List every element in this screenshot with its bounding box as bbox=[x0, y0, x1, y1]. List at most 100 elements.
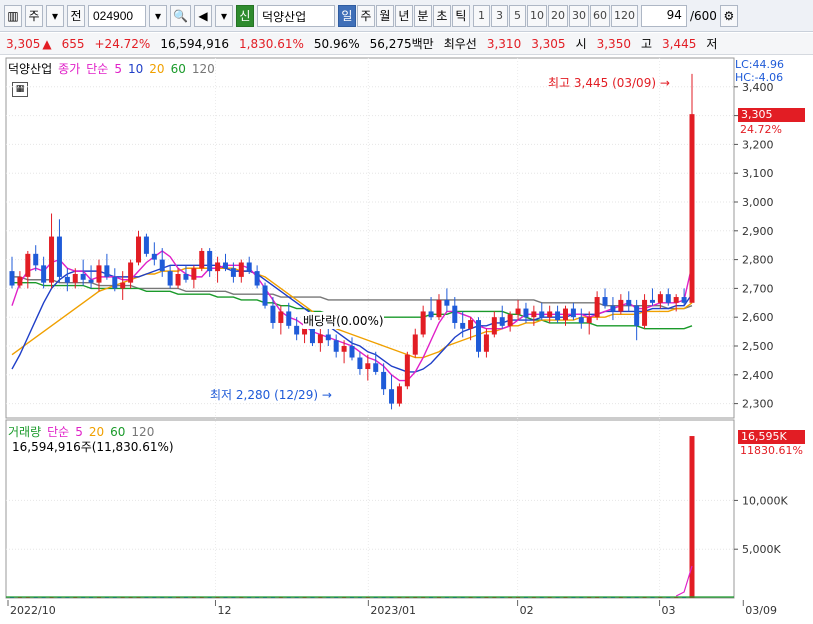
interval-buttons: 1 3 5 10 20 30 60 120 bbox=[472, 4, 638, 27]
grid-icon[interactable]: ▦ bbox=[12, 82, 28, 97]
close-label: 종가 bbox=[58, 62, 81, 76]
open-label: 시 bbox=[575, 37, 587, 51]
open-price: 3,350 bbox=[596, 36, 631, 51]
interval-button-120[interactable]: 120 bbox=[610, 4, 638, 27]
dropdown-icon[interactable]: ▾ bbox=[46, 4, 64, 27]
volume-bar bbox=[41, 596, 46, 598]
volume-bar bbox=[350, 596, 354, 598]
volume-bar bbox=[452, 597, 457, 598]
volume-bar bbox=[516, 597, 521, 598]
candle-body bbox=[199, 250, 205, 269]
volume-bar bbox=[310, 596, 315, 598]
candle-body bbox=[642, 299, 648, 326]
y-tick-label: 2,900 bbox=[742, 225, 774, 238]
candle-body bbox=[396, 386, 402, 404]
volume-bar bbox=[397, 597, 402, 598]
volume-bar bbox=[247, 597, 252, 598]
period-button-5[interactable]: 초 bbox=[432, 4, 451, 27]
volume-bar bbox=[104, 596, 109, 598]
trade-amount: 56,275백만 bbox=[369, 37, 434, 51]
x-tick-label: 2022/10 bbox=[10, 604, 56, 617]
volume-bar bbox=[239, 596, 244, 598]
candle-body bbox=[159, 259, 165, 272]
volume-bar bbox=[168, 597, 173, 598]
ma120-line bbox=[12, 276, 693, 310]
interval-button-20[interactable]: 20 bbox=[547, 4, 568, 27]
candle-body bbox=[128, 262, 134, 283]
candle-body bbox=[547, 311, 553, 318]
x-tick-label: 03/09 bbox=[745, 604, 777, 617]
interval-button-1[interactable]: 1 bbox=[472, 4, 490, 27]
search-icon[interactable]: 🔍 bbox=[170, 4, 191, 27]
stock-name-field[interactable]: 덕양산업 bbox=[256, 4, 335, 27]
market-label: 주 bbox=[28, 9, 40, 23]
candle-body bbox=[96, 265, 102, 283]
arrow-right-icon: → bbox=[321, 388, 332, 402]
period-button-4[interactable]: 분 bbox=[413, 4, 432, 27]
candle-body bbox=[222, 262, 228, 269]
ma20-label: 20 bbox=[149, 61, 165, 76]
interval-button-30[interactable]: 30 bbox=[568, 4, 589, 27]
candle-body bbox=[254, 271, 260, 286]
candle-body bbox=[230, 268, 236, 277]
candle-body bbox=[681, 297, 687, 303]
stock-code-input[interactable] bbox=[88, 4, 146, 27]
count-input[interactable]: 94 bbox=[640, 4, 687, 27]
volume-bar bbox=[33, 597, 38, 598]
volume-bar bbox=[626, 597, 631, 598]
interval-button-60[interactable]: 60 bbox=[589, 4, 610, 27]
volume-bar bbox=[658, 596, 663, 598]
period-button-0[interactable]: 일 bbox=[337, 4, 356, 27]
candle-body bbox=[673, 297, 679, 303]
candle-body bbox=[499, 317, 505, 326]
best-ask: 3,305 bbox=[531, 36, 566, 51]
interval-button-10[interactable]: 10 bbox=[526, 4, 547, 27]
candle-body bbox=[373, 363, 379, 372]
x-tick-label: 03 bbox=[662, 604, 676, 617]
volume-bar bbox=[508, 596, 513, 598]
interval-button-5[interactable]: 5 bbox=[508, 4, 526, 27]
volume-bar bbox=[650, 597, 655, 598]
volume-pct-tag: 11830.61% bbox=[740, 444, 803, 457]
settings-icon[interactable]: ⚙ bbox=[719, 4, 738, 27]
high-annotation-text: 최고 3,445 (03/09) bbox=[548, 76, 657, 90]
period-button-3[interactable]: 년 bbox=[394, 4, 413, 27]
candle-body bbox=[64, 276, 70, 283]
volume-current: 16,594,916주(11,830.61%) bbox=[12, 440, 174, 454]
volume-bar bbox=[571, 597, 576, 598]
dropdown-icon[interactable]: ▾ bbox=[149, 4, 167, 27]
candle-body bbox=[357, 357, 363, 370]
y-tick-label: 3,100 bbox=[742, 167, 774, 180]
chart-icon[interactable]: ▥ bbox=[4, 4, 22, 27]
volume-bar bbox=[468, 596, 473, 598]
interval-button-3[interactable]: 3 bbox=[490, 4, 508, 27]
candle-body bbox=[262, 285, 268, 306]
volume-bar bbox=[191, 597, 196, 598]
volume-bar bbox=[666, 597, 671, 598]
dropdown-icon[interactable]: ▾ bbox=[214, 4, 233, 27]
candle-body bbox=[594, 297, 600, 318]
y-tick-label: 2,700 bbox=[742, 282, 774, 295]
dividend-annotation: 배당락(0.00%) bbox=[303, 312, 384, 329]
candle-body bbox=[602, 297, 608, 306]
volume-bar bbox=[278, 596, 283, 598]
candle-body bbox=[436, 299, 442, 318]
type-select[interactable]: 전 bbox=[67, 4, 85, 27]
market-select[interactable]: 주 bbox=[25, 4, 43, 27]
volume-bar bbox=[96, 596, 101, 598]
period-button-1[interactable]: 주 bbox=[356, 4, 375, 27]
period-button-2[interactable]: 월 bbox=[375, 4, 394, 27]
candle-body bbox=[586, 317, 592, 323]
volume-bar bbox=[176, 596, 181, 598]
price-legend-name: 덕양산업 bbox=[8, 62, 53, 76]
volume-bar bbox=[183, 597, 188, 598]
stock-chart: 2,300 2,400 2,500 2,600 2,700 2,800 2,900 3,000… bbox=[5, 57, 788, 617]
candle-body bbox=[468, 320, 474, 329]
speaker-icon[interactable]: ◀ bbox=[193, 4, 212, 27]
period-button-6[interactable]: 틱 bbox=[451, 4, 470, 27]
candle-body bbox=[452, 305, 458, 323]
volume-bar bbox=[318, 597, 323, 598]
last-price-tag: 3,305 bbox=[738, 108, 805, 122]
ma5-label: 5 bbox=[114, 61, 122, 76]
ma120-label: 120 bbox=[191, 61, 215, 76]
